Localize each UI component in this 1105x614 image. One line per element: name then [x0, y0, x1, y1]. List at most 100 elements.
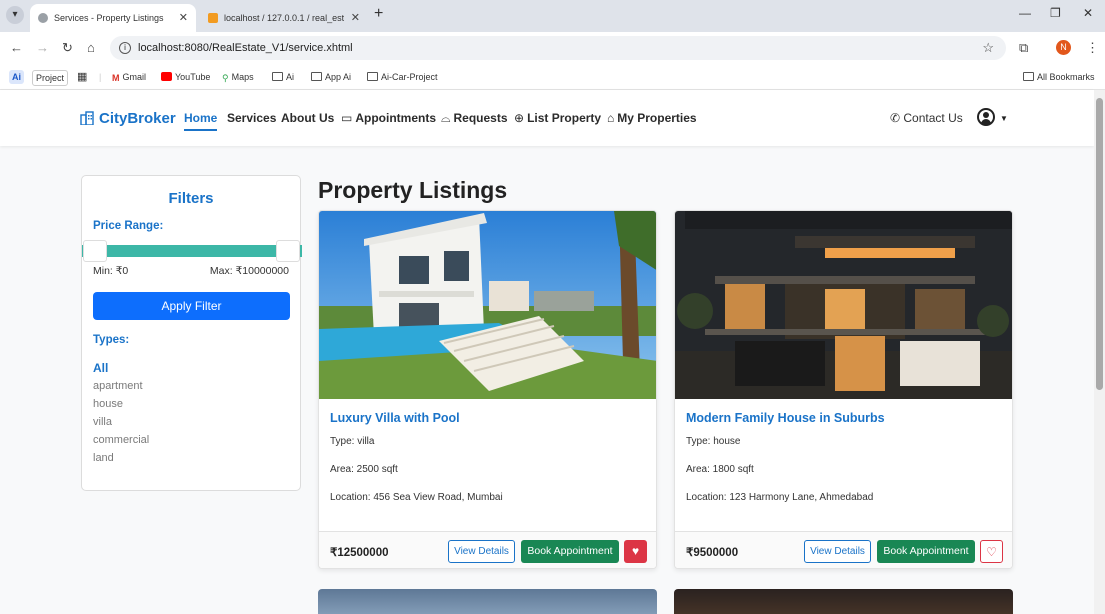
- property-price: ₹12500000: [330, 547, 389, 559]
- filters-panel: Filters Price Range: Min: ₹0 Max: ₹10000…: [81, 175, 302, 491]
- bookmark-ai-folder[interactable]: Ai: [272, 70, 294, 84]
- site-navbar: CityBroker Home Services About Us ▭ Appoi…: [0, 90, 1094, 146]
- nav-about-us[interactable]: About Us: [281, 111, 334, 125]
- bookmark-label: YouTube: [175, 72, 211, 82]
- property-area: Area: 2500 sqft: [330, 464, 398, 475]
- tab-close-icon[interactable]: ✕: [179, 4, 188, 32]
- property-area: Area: 1800 sqft: [686, 464, 754, 475]
- property-image[interactable]: [675, 211, 1012, 399]
- property-type: Type: villa: [330, 436, 375, 447]
- tab-search-icon[interactable]: ▾: [6, 6, 24, 24]
- bookmark-label: Ai-Car-Project: [381, 72, 438, 82]
- brand-logo[interactable]: CityBroker: [80, 110, 176, 127]
- price-range-slider[interactable]: [82, 245, 302, 257]
- tab-title: localhost / 127.0.0.1 / real_estate: [224, 13, 344, 23]
- property-type: Type: house: [686, 436, 741, 447]
- type-option-land[interactable]: land: [93, 449, 149, 467]
- extensions-icon[interactable]: ⧉: [1019, 40, 1028, 56]
- property-title[interactable]: Luxury Villa with Pool: [330, 411, 460, 425]
- slider-min-handle[interactable]: [83, 240, 107, 262]
- bookmark-star-icon[interactable]: ☆: [982, 36, 994, 60]
- building-icon: [80, 111, 94, 125]
- property-card-partial[interactable]: [674, 589, 1013, 614]
- apps-grid-icon[interactable]: ▦: [77, 70, 87, 84]
- bookmark-label: App Ai: [325, 72, 352, 82]
- nav-appointments[interactable]: ▭ Appointments: [341, 111, 436, 125]
- bookmark-gmail[interactable]: M Gmail: [112, 70, 146, 84]
- property-title[interactable]: Modern Family House in Suburbs: [686, 411, 885, 425]
- price-range-label: Price Range:: [93, 220, 164, 232]
- forward-icon[interactable]: →: [36, 40, 49, 55]
- minimize-icon[interactable]: —: [1019, 6, 1031, 20]
- site-info-icon[interactable]: i: [119, 42, 131, 54]
- reload-icon[interactable]: ↻: [62, 40, 73, 56]
- property-card-partial[interactable]: [318, 589, 657, 614]
- view-details-button[interactable]: View Details: [804, 540, 871, 563]
- property-location: Location: 456 Sea View Road, Mumbai: [330, 492, 503, 503]
- calendar-icon: ▭: [341, 111, 353, 125]
- folder-icon: [367, 72, 378, 81]
- book-appointment-button[interactable]: Book Appointment: [877, 540, 975, 563]
- back-icon[interactable]: ←: [10, 40, 23, 55]
- bookmark-divider: |: [99, 72, 102, 82]
- favorite-heart-outline-icon[interactable]: ♡: [980, 540, 1003, 563]
- type-list: All apartment house villa commercial lan…: [93, 359, 149, 467]
- bookmark-label: Ai: [286, 72, 295, 82]
- page-scrollbar[interactable]: [1094, 90, 1105, 614]
- bookmark-project[interactable]: Project: [32, 70, 69, 86]
- address-bar[interactable]: i localhost:8080/RealEstate_V1/service.x…: [110, 36, 1006, 60]
- nav-my-properties[interactable]: ⌂ My Properties: [607, 111, 697, 125]
- bookmark-ai-car-folder[interactable]: Ai-Car-Project: [367, 70, 438, 84]
- card-footer: ₹12500000 View Details Book Appointment …: [319, 531, 656, 568]
- folder-icon: [311, 72, 322, 81]
- scrollbar-thumb[interactable]: [1096, 98, 1103, 390]
- property-card: Modern Family House in Suburbs Type: hou…: [674, 210, 1013, 569]
- contact-us-link[interactable]: ✆ Contact Us: [890, 111, 963, 125]
- view-details-button[interactable]: View Details: [448, 540, 515, 563]
- type-option-apartment[interactable]: apartment: [93, 377, 149, 395]
- price-max-value: Max: ₹10000000: [209, 265, 289, 277]
- card-footer: ₹9500000 View Details Book Appointment ♡: [675, 531, 1012, 568]
- favorite-heart-icon[interactable]: ♥: [624, 540, 647, 563]
- profile-avatar[interactable]: N: [1056, 40, 1071, 55]
- browser-tab-active[interactable]: Services - Property Listings ✕: [30, 4, 196, 32]
- bookmark-youtube[interactable]: YouTube: [161, 70, 210, 84]
- type-option-all[interactable]: All: [93, 359, 149, 377]
- tab-title: Services - Property Listings: [54, 13, 164, 23]
- slider-max-handle[interactable]: [276, 240, 300, 262]
- folder-icon: [272, 72, 283, 81]
- book-appointment-button[interactable]: Book Appointment: [521, 540, 619, 563]
- nav-services[interactable]: Services: [227, 111, 276, 125]
- apply-filter-button[interactable]: Apply Filter: [93, 292, 290, 320]
- restore-icon[interactable]: ❐: [1050, 6, 1061, 20]
- type-option-villa[interactable]: villa: [93, 413, 149, 431]
- bookmark-maps[interactable]: ⚲ Maps: [222, 70, 254, 84]
- nav-label: Appointments: [355, 111, 437, 125]
- property-image[interactable]: [319, 211, 656, 399]
- phone-icon: ✆: [890, 111, 904, 125]
- bookmark-label: All Bookmarks: [1037, 72, 1095, 82]
- nav-list-property[interactable]: ⊕ List Property: [514, 111, 601, 125]
- all-bookmarks[interactable]: All Bookmarks: [1023, 70, 1095, 84]
- ai-app-icon[interactable]: Ai: [9, 70, 24, 84]
- bookmark-app-ai-folder[interactable]: App Ai: [311, 70, 351, 84]
- nav-home[interactable]: Home: [184, 111, 218, 131]
- caret-down-icon[interactable]: ▼: [1000, 114, 1008, 123]
- nav-label: My Properties: [617, 111, 697, 125]
- menu-dots-icon[interactable]: ⋮: [1086, 40, 1099, 56]
- bookmark-label: Maps: [231, 72, 254, 82]
- page-favicon-icon: [38, 13, 48, 23]
- user-avatar-icon[interactable]: [977, 108, 995, 126]
- type-option-house[interactable]: house: [93, 395, 149, 413]
- tab-close-icon[interactable]: ✕: [351, 4, 360, 32]
- nav-label: Requests: [453, 111, 508, 125]
- new-tab-icon[interactable]: +: [374, 5, 383, 23]
- url-text: localhost:8080/RealEstate_V1/service.xht…: [138, 42, 353, 54]
- maps-pin-icon: ⚲: [222, 73, 229, 83]
- browser-tab-inactive[interactable]: localhost / 127.0.0.1 / real_estate ✕: [200, 4, 368, 32]
- close-window-icon[interactable]: ✕: [1083, 6, 1093, 20]
- nav-requests[interactable]: ⌓ Requests: [441, 111, 508, 126]
- type-option-commercial[interactable]: commercial: [93, 431, 149, 449]
- contact-label: Contact Us: [903, 111, 963, 125]
- home-icon[interactable]: ⌂: [87, 40, 95, 55]
